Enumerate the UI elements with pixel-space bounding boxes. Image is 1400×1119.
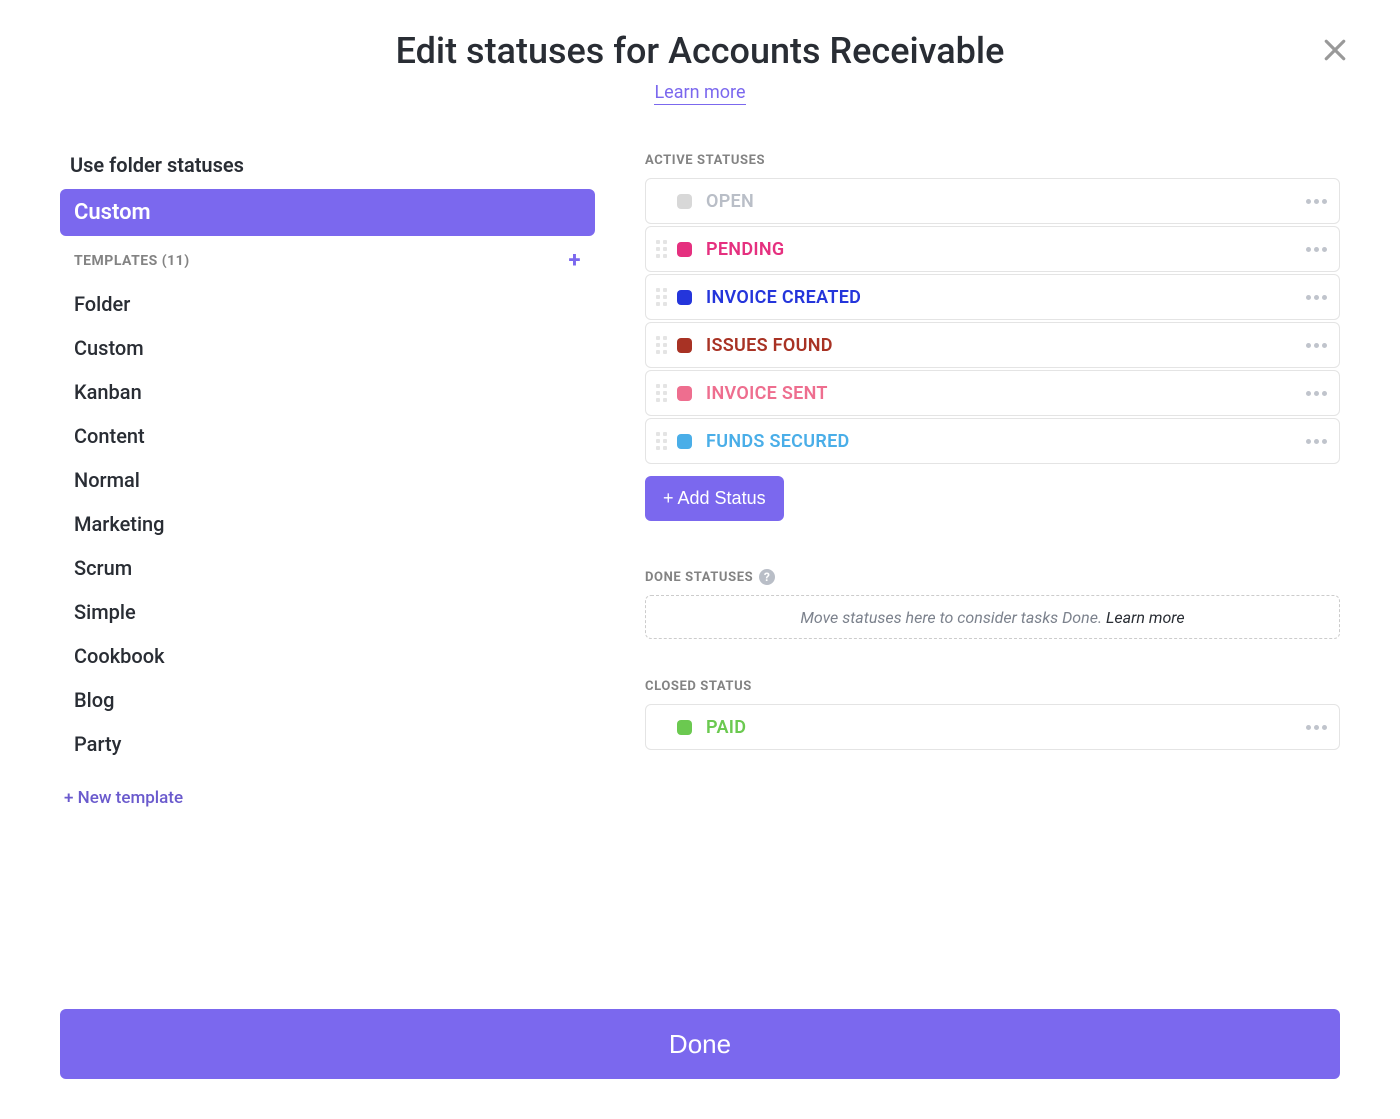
ellipsis-icon[interactable]: [1306, 725, 1327, 730]
done-button[interactable]: Done: [60, 1009, 1340, 1079]
drag-handle-icon[interactable]: [656, 336, 667, 354]
status-color-swatch: [677, 720, 692, 735]
template-item[interactable]: Marketing: [60, 502, 595, 546]
ellipsis-icon[interactable]: [1306, 199, 1327, 204]
template-item[interactable]: Scrum: [60, 546, 595, 590]
closed-status-title: CLOSED STATUS: [645, 679, 1340, 694]
drag-handle-icon[interactable]: [656, 432, 667, 450]
status-color-swatch: [677, 386, 692, 401]
modal-footer: Done: [60, 969, 1340, 1079]
statuses-panel: ACTIVE STATUSES OPEN PENDING INVOICE CREAT…: [645, 153, 1340, 969]
modal-header: Edit statuses for Accounts Receivable Le…: [60, 30, 1340, 103]
done-statuses-title: DONE STATUSES ?: [645, 569, 1340, 585]
status-row[interactable]: INVOICE CREATED: [645, 274, 1340, 320]
active-statuses-list: OPEN PENDING INVOICE CREATED ISSUES FOUND IN…: [645, 178, 1340, 464]
learn-more-link[interactable]: Learn more: [654, 82, 745, 105]
template-item[interactable]: Kanban: [60, 370, 595, 414]
status-color-swatch: [677, 434, 692, 449]
templates-count: TEMPLATES (11): [74, 253, 190, 269]
drag-handle-icon[interactable]: [656, 240, 667, 258]
template-item[interactable]: Normal: [60, 458, 595, 502]
templates-header: TEMPLATES (11) +: [60, 236, 595, 282]
template-item[interactable]: Simple: [60, 590, 595, 634]
edit-statuses-modal: Edit statuses for Accounts Receivable Le…: [0, 0, 1400, 1119]
add-status-button[interactable]: + Add Status: [645, 476, 784, 521]
status-name-label: INVOICE SENT: [706, 383, 1306, 404]
closed-status-row[interactable]: PAID: [645, 704, 1340, 750]
active-statuses-title: ACTIVE STATUSES: [645, 153, 1340, 168]
status-name-label: PAID: [706, 717, 1306, 738]
template-item[interactable]: Blog: [60, 678, 595, 722]
drag-handle-icon[interactable]: [656, 384, 667, 402]
status-row[interactable]: INVOICE SENT: [645, 370, 1340, 416]
add-template-icon[interactable]: +: [569, 250, 582, 272]
status-name-label: OPEN: [706, 191, 1306, 212]
close-icon[interactable]: [1320, 35, 1350, 69]
status-row[interactable]: FUNDS SECURED: [645, 418, 1340, 464]
ellipsis-icon[interactable]: [1306, 439, 1327, 444]
modal-title: Edit statuses for Accounts Receivable: [60, 30, 1340, 72]
new-template-button[interactable]: + New template: [60, 766, 595, 808]
ellipsis-icon[interactable]: [1306, 247, 1327, 252]
help-icon[interactable]: ?: [759, 569, 775, 585]
status-row[interactable]: ISSUES FOUND: [645, 322, 1340, 368]
templates-list: FolderCustomKanbanContentNormalMarketing…: [60, 282, 595, 766]
done-statuses-dropzone[interactable]: Move statuses here to consider tasks Don…: [645, 595, 1340, 639]
status-name-label: ISSUES FOUND: [706, 335, 1306, 356]
status-color-swatch: [677, 194, 692, 209]
template-item[interactable]: Custom: [60, 326, 595, 370]
done-learn-more-link[interactable]: Learn more: [1106, 608, 1185, 627]
template-item[interactable]: Content: [60, 414, 595, 458]
ellipsis-icon[interactable]: [1306, 343, 1327, 348]
status-color-swatch: [677, 338, 692, 353]
template-item[interactable]: Cookbook: [60, 634, 595, 678]
template-item[interactable]: Party: [60, 722, 595, 766]
ellipsis-icon[interactable]: [1306, 391, 1327, 396]
template-item[interactable]: Folder: [60, 282, 595, 326]
status-color-swatch: [677, 290, 692, 305]
status-name-label: INVOICE CREATED: [706, 287, 1306, 308]
status-name-label: PENDING: [706, 239, 1306, 260]
drag-handle-icon[interactable]: [656, 288, 667, 306]
status-row[interactable]: OPEN: [645, 178, 1340, 224]
ellipsis-icon[interactable]: [1306, 295, 1327, 300]
sidebar-item-custom[interactable]: Custom: [60, 189, 595, 236]
status-name-label: FUNDS SECURED: [706, 431, 1306, 452]
status-color-swatch: [677, 242, 692, 257]
use-folder-statuses-label: Use folder statuses: [60, 153, 595, 189]
status-row[interactable]: PENDING: [645, 226, 1340, 272]
sidebar: Use folder statuses Custom TEMPLATES (11…: [60, 153, 595, 969]
